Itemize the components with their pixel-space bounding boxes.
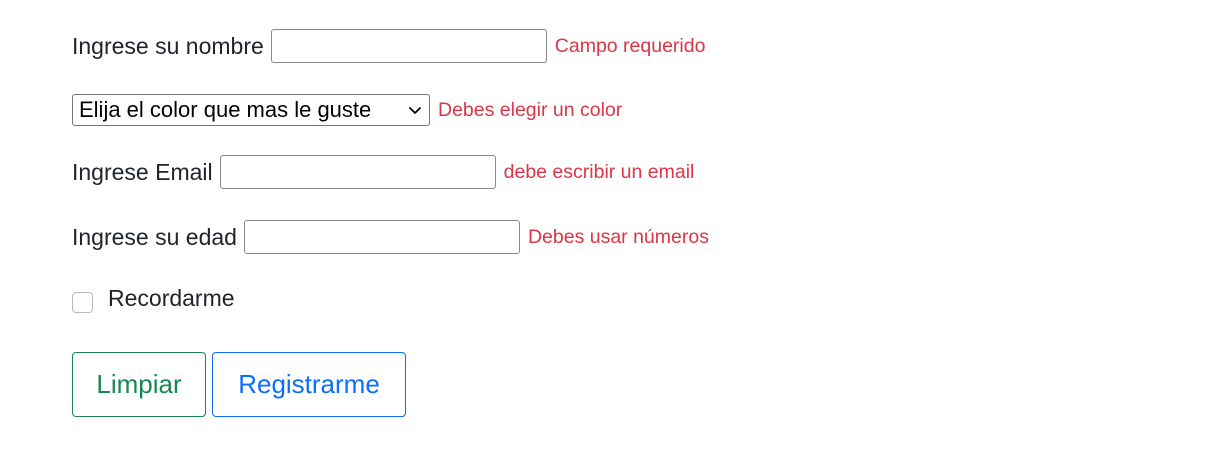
age-label: Ingrese su edad [72, 223, 237, 250]
age-input[interactable] [243, 220, 520, 254]
clear-button[interactable]: Limpiar [72, 352, 206, 417]
name-label: Ingrese su nombre [72, 32, 264, 59]
name-error: Campo requerido [554, 34, 706, 57]
email-label: Ingrese Email [72, 158, 213, 185]
remember-row: Recordarme [72, 278, 235, 318]
email-row: Ingrese Email debe escribir un email [72, 152, 694, 192]
email-error: debe escribir un email [503, 160, 695, 183]
email-input[interactable] [219, 155, 496, 189]
color-row: Elija el color que mas le guste Debes el… [72, 90, 622, 130]
color-select[interactable]: Elija el color que mas le guste [72, 94, 430, 126]
chevron-down-icon [409, 107, 421, 114]
name-row: Ingrese su nombre Campo requerido [72, 26, 705, 66]
age-row: Ingrese su edad Debes usar números [72, 217, 709, 257]
register-button[interactable]: Registrarme [212, 352, 406, 417]
age-error: Debes usar números [527, 225, 709, 248]
name-input[interactable] [270, 29, 547, 63]
remember-label[interactable]: Recordarme [108, 285, 235, 312]
color-error: Debes elegir un color [438, 98, 623, 121]
color-select-value: Elija el color que mas le guste [79, 97, 372, 122]
remember-checkbox[interactable] [72, 291, 93, 313]
